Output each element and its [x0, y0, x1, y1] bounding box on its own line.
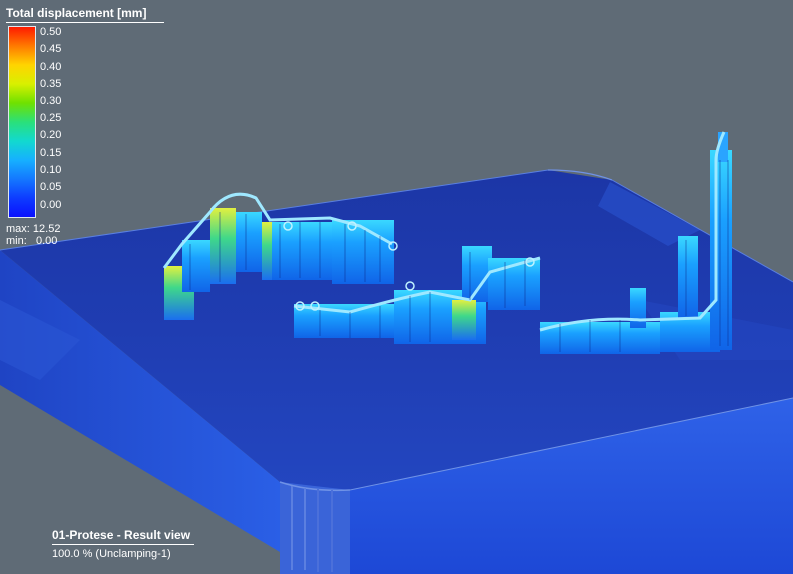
legend-tick: 0.25 — [40, 112, 62, 124]
legend-tick: 0.35 — [40, 78, 62, 90]
legend-min: min: 0.00 — [6, 235, 60, 247]
displacement-legend: Total displacement [mm] 0.50 0.45 0.40 0… — [4, 4, 166, 254]
result-step-label: 100.0 % (Unclamping-1) — [52, 548, 171, 560]
caption-divider — [52, 544, 194, 545]
legend-tick: 0.05 — [40, 181, 62, 193]
min-label: min: — [6, 235, 27, 247]
legend-divider — [6, 22, 164, 23]
result-caption: 01-Protese - Result view 100.0 % (Unclam… — [52, 528, 194, 560]
legend-max: max: 12.52 — [6, 223, 60, 235]
legend-tick: 0.40 — [40, 61, 62, 73]
color-scale-bar — [8, 26, 36, 218]
legend-tick: 0.00 — [40, 199, 62, 211]
legend-tick: 0.50 — [40, 26, 62, 38]
legend-tick: 0.30 — [40, 95, 62, 107]
legend-tick: 0.45 — [40, 43, 62, 55]
result-view-title: 01-Protese - Result view — [52, 528, 191, 542]
legend-tick: 0.10 — [40, 164, 62, 176]
max-label: max: — [6, 223, 30, 235]
3d-viewport[interactable]: Total displacement [mm] 0.50 0.45 0.40 0… — [0, 0, 793, 574]
legend-title: Total displacement [mm] — [6, 6, 147, 20]
min-value: 0.00 — [35, 235, 58, 247]
max-value: 12.52 — [32, 223, 61, 235]
legend-tick: 0.15 — [40, 147, 62, 159]
legend-stats: max: 12.52 min: 0.00 — [6, 223, 60, 247]
legend-tick: 0.20 — [40, 129, 62, 141]
